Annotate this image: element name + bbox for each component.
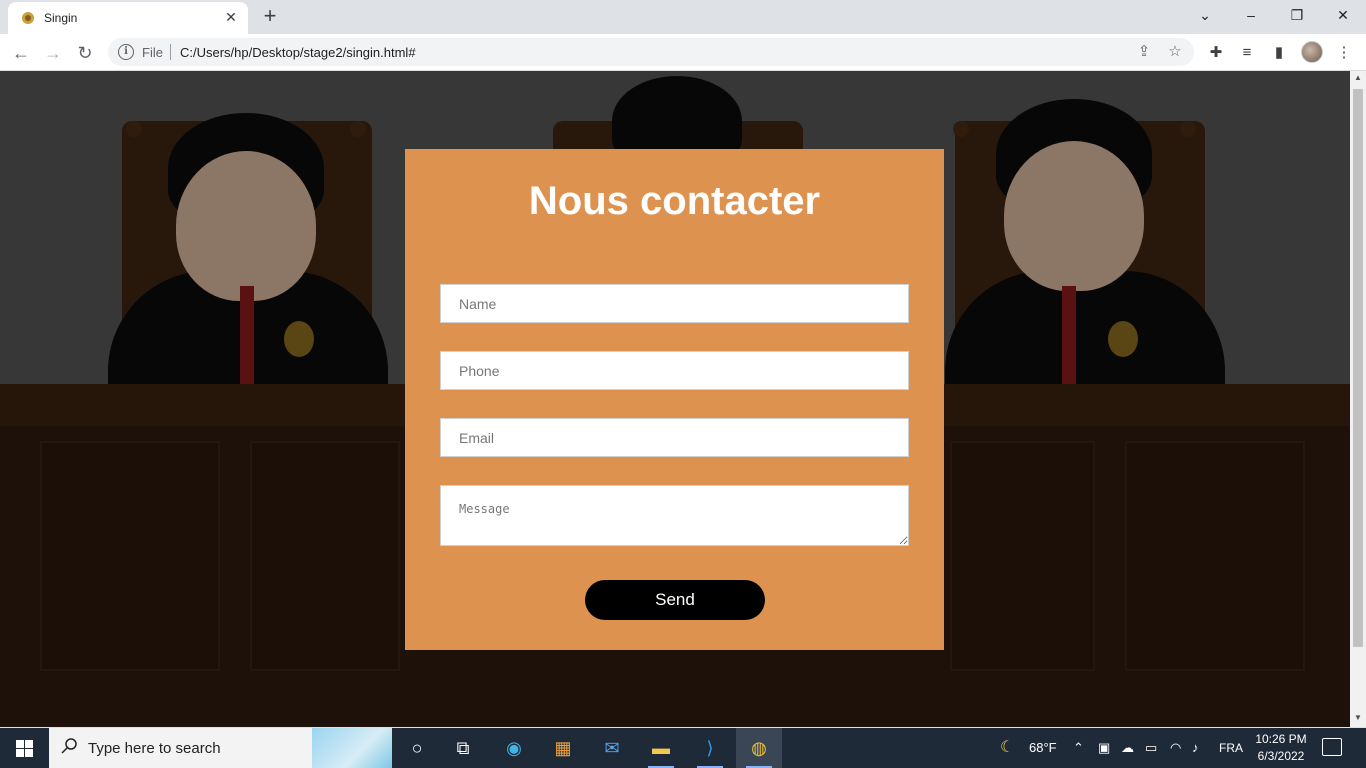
windows-taskbar: Type here to search ○ ⧉ ◉ ▦ ✉ ▬ ⟩ ◍ ☾ 68… xyxy=(0,728,1366,768)
url-text[interactable]: C:/Users/hp/Desktop/stage2/singin.html# xyxy=(180,45,416,60)
search-icon xyxy=(61,738,77,754)
search-placeholder: Type here to search xyxy=(88,740,221,757)
battery-icon[interactable]: ▭ xyxy=(1145,728,1157,768)
onedrive-cloud-icon[interactable]: ☁ xyxy=(1121,728,1134,768)
message-textarea[interactable] xyxy=(440,485,909,546)
browser-tab[interactable]: Singin ✕ xyxy=(8,2,248,34)
extensions-icon[interactable]: ✚ xyxy=(1206,43,1226,63)
site-favicon-icon xyxy=(22,12,34,24)
meet-now-icon[interactable]: ▣ xyxy=(1098,728,1110,768)
scroll-thumb[interactable] xyxy=(1353,89,1363,647)
mail-icon[interactable]: ✉ xyxy=(589,728,635,768)
start-button[interactable] xyxy=(0,728,48,768)
address-bar[interactable]: i File C:/Users/hp/Desktop/stage2/singin… xyxy=(108,38,1194,66)
reload-icon[interactable]: ↻ xyxy=(72,40,98,66)
weather-text[interactable]: 68°F xyxy=(1029,728,1057,768)
store-icon[interactable]: ▦ xyxy=(540,728,586,768)
site-info-icon[interactable]: i xyxy=(118,44,134,60)
menu-kebab-icon[interactable]: ⋮ xyxy=(1334,43,1354,63)
notifications-icon[interactable] xyxy=(1322,738,1342,756)
page-title: Nous contacter xyxy=(528,179,821,223)
name-input[interactable] xyxy=(440,284,909,323)
bookmark-star-icon[interactable]: ☆ xyxy=(1166,43,1184,61)
show-hidden-icons-chevron-icon[interactable]: ⌃ xyxy=(1073,728,1084,768)
profile-avatar[interactable] xyxy=(1301,41,1323,63)
tab-strip: Singin ✕ + ⌄ – ❐ ✕ xyxy=(0,0,1366,34)
volume-icon[interactable]: ♪ xyxy=(1192,728,1199,768)
file-explorer-icon[interactable]: ▬ xyxy=(638,728,684,768)
search-highlight-image xyxy=(312,728,392,768)
vscode-icon[interactable]: ⟩ xyxy=(687,728,733,768)
cortana-icon[interactable]: ○ xyxy=(394,728,440,768)
restore-button[interactable]: ❐ xyxy=(1274,0,1320,30)
taskbar-search-box[interactable]: Type here to search xyxy=(49,728,392,768)
tab-title: Singin xyxy=(44,11,78,25)
close-window-button[interactable]: ✕ xyxy=(1320,0,1366,30)
tab-close-icon[interactable]: ✕ xyxy=(222,8,240,26)
new-tab-button[interactable]: + xyxy=(258,5,282,29)
url-scheme-label: File xyxy=(142,45,163,60)
page-viewport: Nous contacter Send xyxy=(0,71,1350,727)
tab-search-icon[interactable]: ⌄ xyxy=(1182,0,1228,30)
contact-form: Nous contacter Send xyxy=(405,149,944,650)
browser-toolbar: ← → ↻ i File C:/Users/hp/Desktop/stage2/… xyxy=(0,34,1366,71)
wifi-icon[interactable]: ◠ xyxy=(1170,728,1181,768)
back-icon[interactable]: ← xyxy=(8,40,34,66)
email-input[interactable] xyxy=(440,418,909,457)
moon-weather-icon[interactable]: ☾ xyxy=(1000,728,1014,768)
media-control-icon[interactable]: ≡ xyxy=(1237,43,1257,63)
scroll-down-arrow-icon[interactable]: ▼ xyxy=(1350,713,1366,725)
side-panel-icon[interactable]: ▮ xyxy=(1269,43,1289,63)
divider xyxy=(170,44,171,60)
taskbar-clock[interactable]: 10:26 PM 6/3/2022 xyxy=(1245,731,1317,765)
chrome-icon[interactable]: ◍ xyxy=(736,728,782,768)
task-view-icon[interactable]: ⧉ xyxy=(440,728,486,768)
input-language[interactable]: FRA xyxy=(1219,728,1243,768)
clock-date: 6/3/2022 xyxy=(1257,749,1305,763)
send-button[interactable]: Send xyxy=(585,580,765,620)
vertical-scrollbar[interactable]: ▲ ▼ xyxy=(1350,71,1366,727)
windows-logo-icon xyxy=(16,740,24,748)
clock-time: 10:26 PM xyxy=(1255,732,1307,746)
share-icon[interactable]: ⇪ xyxy=(1135,43,1153,61)
forward-icon[interactable]: → xyxy=(40,40,66,66)
minimize-button[interactable]: – xyxy=(1228,0,1274,30)
phone-input[interactable] xyxy=(440,351,909,390)
scroll-up-arrow-icon[interactable]: ▲ xyxy=(1350,73,1366,85)
edge-icon[interactable]: ◉ xyxy=(491,728,537,768)
